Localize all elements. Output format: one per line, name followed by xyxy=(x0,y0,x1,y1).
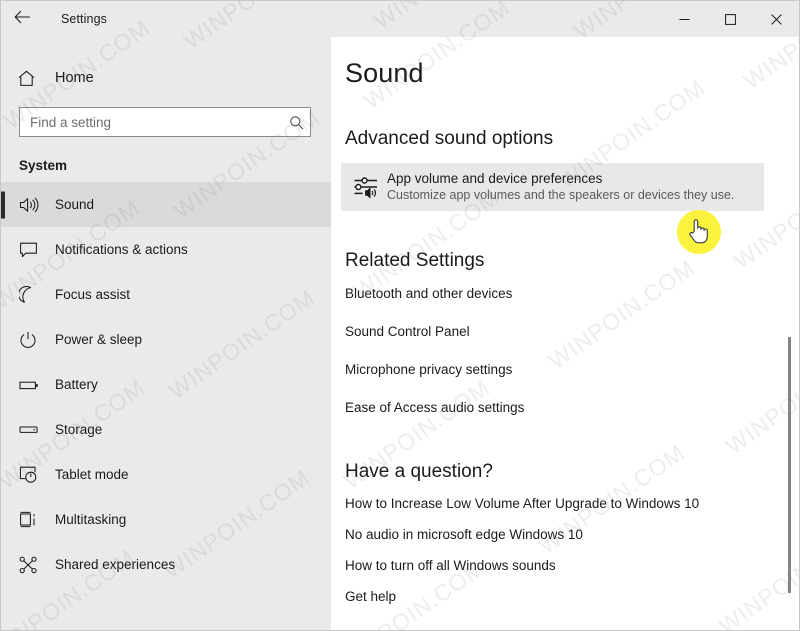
sidebar-item-storage-label: Storage xyxy=(55,422,103,437)
sidebar-item-tablet-mode-label: Tablet mode xyxy=(55,467,129,482)
shared-experiences-icon xyxy=(19,556,49,574)
sidebar-item-storage[interactable]: Storage xyxy=(1,407,331,452)
battery-icon xyxy=(19,378,49,392)
app-volume-option-title: App volume and device preferences xyxy=(387,171,603,186)
home-icon xyxy=(17,69,49,88)
storage-icon xyxy=(19,423,49,436)
window-controls xyxy=(661,1,799,37)
app-volume-option-subtitle: Customize app volumes and the speakers o… xyxy=(387,188,735,202)
question-link-no-audio-microsoft-edge[interactable]: No audio in microsoft edge Windows 10 xyxy=(331,527,583,542)
content-pane: Sound Advanced sound options App volume … xyxy=(331,37,799,630)
search-box[interactable] xyxy=(19,107,311,137)
sidebar-item-home[interactable]: Home xyxy=(1,58,331,98)
moon-icon xyxy=(19,285,49,304)
app-volume-mixer-icon xyxy=(345,175,387,199)
sidebar: Home System xyxy=(1,37,331,630)
app-volume-option-text: App volume and device preferences Custom… xyxy=(387,171,734,202)
content-scrollbar[interactable] xyxy=(785,37,795,628)
sidebar-item-multitasking-label: Multitasking xyxy=(55,512,127,527)
close-button[interactable] xyxy=(753,1,799,37)
search-input[interactable] xyxy=(20,109,282,135)
close-icon xyxy=(770,13,782,25)
maximize-icon xyxy=(724,13,736,25)
have-a-question-links: How to Increase Low Volume After Upgrade… xyxy=(331,496,799,604)
sidebar-item-sound[interactable]: Sound xyxy=(1,182,331,227)
tablet-mode-icon xyxy=(19,465,49,484)
sidebar-item-tablet-mode[interactable]: Tablet mode xyxy=(1,452,331,497)
sidebar-item-notifications-and-actions[interactable]: Notifications & actions xyxy=(1,227,331,272)
minimize-button[interactable] xyxy=(661,1,707,37)
sidebar-item-focus-assist[interactable]: Focus assist xyxy=(1,272,331,317)
power-icon xyxy=(19,331,49,349)
sidebar-item-shared-experiences[interactable]: Shared experiences xyxy=(1,542,331,587)
question-link-turn-off-windows-sounds[interactable]: How to turn off all Windows sounds xyxy=(331,558,556,573)
settings-window: Settings Home Find a setting System Soun… xyxy=(0,0,800,631)
sidebar-item-focus-assist-label: Focus assist xyxy=(55,287,131,302)
related-settings-links: Bluetooth and other devices Sound Contro… xyxy=(331,286,799,415)
scrollbar-thumb[interactable] xyxy=(788,337,791,593)
title-bar: Settings xyxy=(1,1,799,37)
question-link-increase-low-volume[interactable]: How to Increase Low Volume After Upgrade… xyxy=(331,496,699,511)
advanced-sound-options-heading: Advanced sound options xyxy=(345,128,554,149)
sidebar-nav-list: Sound Notifications & actions Focus assi… xyxy=(1,182,331,587)
sidebar-item-notifications-and-actions-label: Notifications & actions xyxy=(55,242,188,257)
related-settings-heading: Related Settings xyxy=(345,250,485,271)
minimize-icon xyxy=(679,18,689,20)
sidebar-item-shared-experiences-label: Shared experiences xyxy=(55,557,176,572)
related-link-bluetooth-and-other-devices[interactable]: Bluetooth and other devices xyxy=(331,286,512,301)
sidebar-item-battery[interactable]: Battery xyxy=(1,362,331,407)
sidebar-item-power-and-sleep-label: Power & sleep xyxy=(55,332,143,347)
sidebar-item-sound-label: Sound xyxy=(55,197,95,212)
sidebar-item-power-and-sleep[interactable]: Power & sleep xyxy=(1,317,331,362)
sidebar-item-multitasking[interactable]: Multitasking xyxy=(1,497,331,542)
search-icon xyxy=(282,115,310,130)
sidebar-category-title: System xyxy=(19,158,68,173)
related-link-microphone-privacy-settings[interactable]: Microphone privacy settings xyxy=(331,362,512,377)
question-link-get-help[interactable]: Get help xyxy=(331,589,396,604)
back-button[interactable] xyxy=(1,1,43,37)
sidebar-item-battery-label: Battery xyxy=(55,377,98,392)
related-link-ease-of-access-audio-settings[interactable]: Ease of Access audio settings xyxy=(331,400,524,415)
multitasking-icon xyxy=(19,511,49,529)
title-bar-left: Settings xyxy=(1,1,107,37)
app-volume-and-device-preferences-row[interactable]: App volume and device preferences Custom… xyxy=(341,163,764,211)
mouse-cursor-hand-icon xyxy=(688,217,710,249)
maximize-button[interactable] xyxy=(707,1,753,37)
window-title: Settings xyxy=(61,12,107,26)
page-title: Sound xyxy=(345,58,424,88)
speaker-icon xyxy=(19,196,49,214)
back-arrow-icon xyxy=(13,10,31,29)
related-link-sound-control-panel[interactable]: Sound Control Panel xyxy=(331,324,470,339)
sidebar-item-home-label: Home xyxy=(55,70,94,86)
have-a-question-heading: Have a question? xyxy=(345,461,493,482)
notification-icon xyxy=(19,241,49,259)
